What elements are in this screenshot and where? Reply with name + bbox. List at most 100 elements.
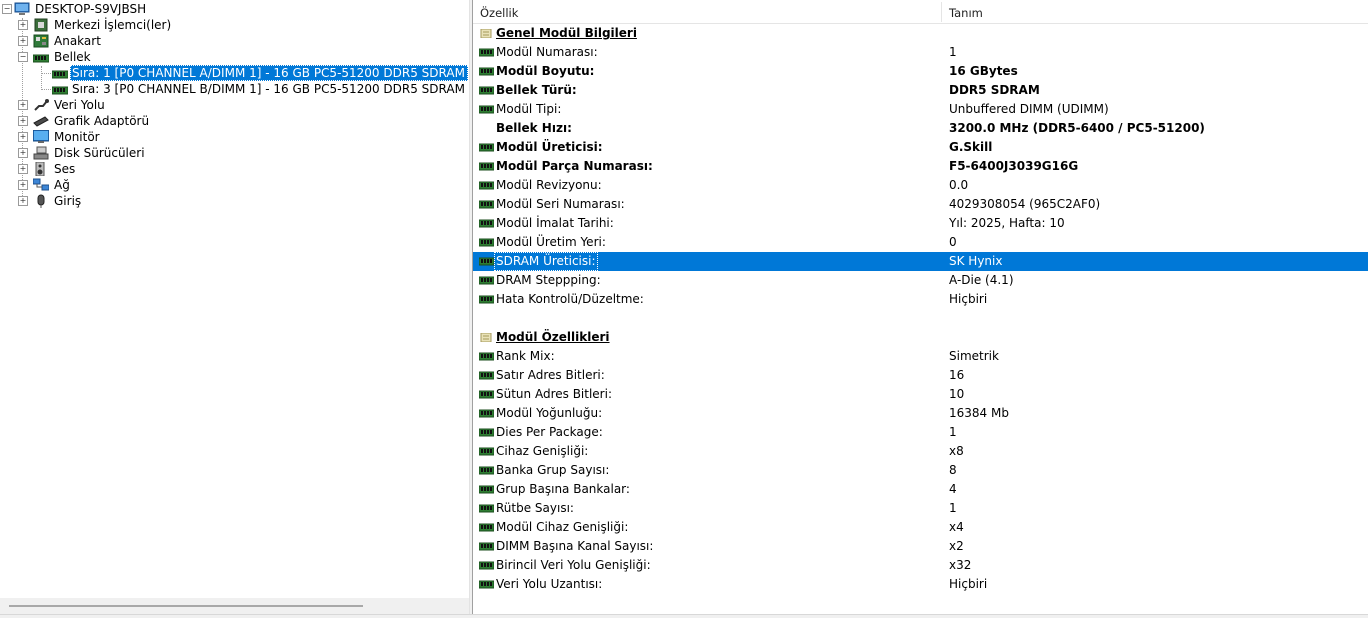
property-row[interactable]: Modül Cihaz Genişliği: x4 [473, 518, 1368, 537]
property-row[interactable]: Hata Kontrolü/Düzeltme: Hiçbiri [473, 290, 1368, 309]
property-name: Modül Üreticisi: [496, 140, 603, 154]
property-row[interactable]: Modül Tipi: Unbuffered DIMM (UDIMM) [473, 100, 1368, 119]
property-row[interactable]: Modül İmalat Tarihi: Yıl: 2025, Hafta: 10 [473, 214, 1368, 233]
property-name: Modül Parça Numarası: [496, 159, 653, 173]
device-tree-pane[interactable]: − DESKTOP-S9VJBSH + Merkezi İşlemci(ler)… [0, 0, 469, 616]
expand-toggle[interactable]: + [18, 132, 28, 142]
property-row[interactable]: Modül Üreticisi: G.Skill [473, 138, 1368, 157]
property-value: 8 [949, 463, 957, 477]
expand-toggle[interactable]: + [18, 100, 28, 110]
property-value: 16 [949, 368, 965, 382]
collapse-toggle[interactable]: − [18, 52, 28, 62]
tree-item-disk[interactable]: + Disk Sürücüleri [0, 145, 469, 161]
column-header-property[interactable]: Özellik [480, 0, 518, 24]
section-header[interactable]: Modül Özellikleri [473, 328, 1368, 347]
property-row[interactable]: Modül Parça Numarası: F5-6400J3039G16G [473, 157, 1368, 176]
property-row[interactable]: Modül Seri Numarası: 4029308054 (965C2AF0… [473, 195, 1368, 214]
property-name: Modül Üretim Yeri: [496, 235, 606, 249]
property-row[interactable]: Grup Başına Bankalar: 4 [473, 480, 1368, 499]
property-value: x2 [949, 539, 964, 553]
bus-icon [34, 99, 49, 111]
expand-toggle[interactable]: + [18, 148, 28, 158]
tree-item-label: Merkezi İşlemci(ler) [54, 18, 172, 32]
expand-toggle[interactable]: + [18, 164, 28, 174]
graphics-card-icon [33, 116, 49, 127]
status-strip [0, 614, 1368, 618]
tree-item-label: Monitör [54, 130, 100, 144]
property-name: Bellek Hızı: [496, 121, 572, 135]
property-name: Banka Grup Sayısı: [496, 463, 610, 477]
memory-module-icon [479, 542, 494, 551]
motherboard-icon [33, 34, 49, 48]
section-title: Modül Özellikleri [496, 330, 610, 344]
expand-toggle[interactable]: + [18, 116, 28, 126]
collapse-toggle[interactable]: − [2, 4, 12, 14]
property-name: Cihaz Genişliği: [496, 444, 589, 458]
tree-item-label: Ses [54, 162, 76, 176]
property-row[interactable]: Cihaz Genişliği: x8 [473, 442, 1368, 461]
tree-item-input[interactable]: + Giriş [0, 193, 469, 209]
tree-item-dimm-3[interactable]: Sıra: 3 [P0 CHANNEL B/DIMM 1] - 16 GB PC… [0, 81, 469, 97]
property-name: SDRAM Üreticisi: [494, 252, 598, 271]
property-row[interactable]: Sütun Adres Bitleri: 10 [473, 385, 1368, 404]
property-row[interactable]: Rütbe Sayısı: 1 [473, 499, 1368, 518]
tree-item-network[interactable]: + Ağ [0, 177, 469, 193]
property-row[interactable]: DRAM Steppping: A-Die (4.1) [473, 271, 1368, 290]
section-icon [480, 29, 492, 38]
property-value: 10 [949, 387, 965, 401]
property-row[interactable]: Bellek Türü: DDR5 SDRAM [473, 81, 1368, 100]
tree-root-label: DESKTOP-S9VJBSH [35, 2, 147, 16]
property-row[interactable]: Banka Grup Sayısı: 8 [473, 461, 1368, 480]
property-value: A-Die (4.1) [949, 273, 1014, 287]
property-name: DRAM Steppping: [496, 273, 601, 287]
property-row[interactable]: Rank Mix: Simetrik [473, 347, 1368, 366]
property-value: Hiçbiri [949, 577, 988, 591]
property-value: 16384 Mb [949, 406, 1009, 420]
section-header[interactable]: Genel Modül Bilgileri [473, 24, 1368, 43]
memory-module-icon [479, 561, 494, 570]
expand-toggle[interactable]: + [18, 196, 28, 206]
speaker-icon [35, 162, 45, 176]
property-row[interactable]: Modül Revizyonu: 0.0 [473, 176, 1368, 195]
property-row[interactable]: Birincil Veri Yolu Genişliği: x32 [473, 556, 1368, 575]
tree-item-dimm-1[interactable]: Sıra: 1 [P0 CHANNEL A/DIMM 1] - 16 GB PC… [0, 65, 469, 81]
property-row[interactable]: Satır Adres Bitleri: 16 [473, 366, 1368, 385]
property-row[interactable]: Modül Üretim Yeri: 0 [473, 233, 1368, 252]
property-list-pane[interactable]: Özellik Tanım Genel Modül Bilgileri Modül… [473, 0, 1368, 616]
expand-toggle[interactable]: + [18, 180, 28, 190]
property-value: 4029308054 (965C2AF0) [949, 197, 1101, 211]
tree-item-cpu[interactable]: + Merkezi İşlemci(ler) [0, 17, 469, 33]
column-divider[interactable] [941, 2, 942, 22]
property-value: 3200.0 MHz (DDR5-6400 / PC5-51200) [949, 121, 1205, 135]
tree-item-sound[interactable]: + Ses [0, 161, 469, 177]
column-header-value[interactable]: Tanım [949, 0, 983, 24]
property-value: 0 [949, 235, 957, 249]
property-name: Modül Seri Numarası: [496, 197, 625, 211]
tree-item-motherboard[interactable]: + Anakart [0, 33, 469, 49]
property-row[interactable]: Bellek Hızı: 3200.0 MHz (DDR5-6400 / PC5-… [473, 119, 1368, 138]
tree-item-label: Veri Yolu [54, 98, 105, 112]
property-row[interactable]: Modül Numarası: 1 [473, 43, 1368, 62]
property-name: Modül İmalat Tarihi: [496, 216, 614, 230]
property-name: Bellek Türü: [496, 83, 577, 97]
property-row[interactable]: Modül Yoğunluğu: 16384 Mb [473, 404, 1368, 423]
tree-item-monitor[interactable]: + Monitör [0, 129, 469, 145]
property-row[interactable]: Dies Per Package: 1 [473, 423, 1368, 442]
expand-toggle[interactable]: + [18, 20, 28, 30]
tree-item-bus[interactable]: + Veri Yolu [0, 97, 469, 113]
property-name: Satır Adres Bitleri: [496, 368, 605, 382]
property-row[interactable]: Veri Yolu Uzantısı: Hiçbiri [473, 575, 1368, 594]
horizontal-scrollbar[interactable] [0, 598, 469, 615]
property-row[interactable]: DIMM Başına Kanal Sayısı: x2 [473, 537, 1368, 556]
tree-item-graphics[interactable]: + Grafik Adaptörü [0, 113, 469, 129]
expand-toggle[interactable]: + [18, 36, 28, 46]
tree-root[interactable]: − DESKTOP-S9VJBSH [0, 1, 469, 17]
property-value: 1 [949, 425, 957, 439]
property-row[interactable]: SDRAM Üreticisi: SK Hynix [473, 252, 1368, 271]
property-row[interactable]: Modül Boyutu: 16 GBytes [473, 62, 1368, 81]
property-value: Yıl: 2025, Hafta: 10 [949, 216, 1065, 230]
memory-module-icon [479, 371, 494, 380]
tree-item-memory[interactable]: − Bellek [0, 49, 469, 65]
property-value: SK Hynix [949, 254, 1003, 268]
scrollbar-thumb[interactable] [9, 605, 363, 607]
